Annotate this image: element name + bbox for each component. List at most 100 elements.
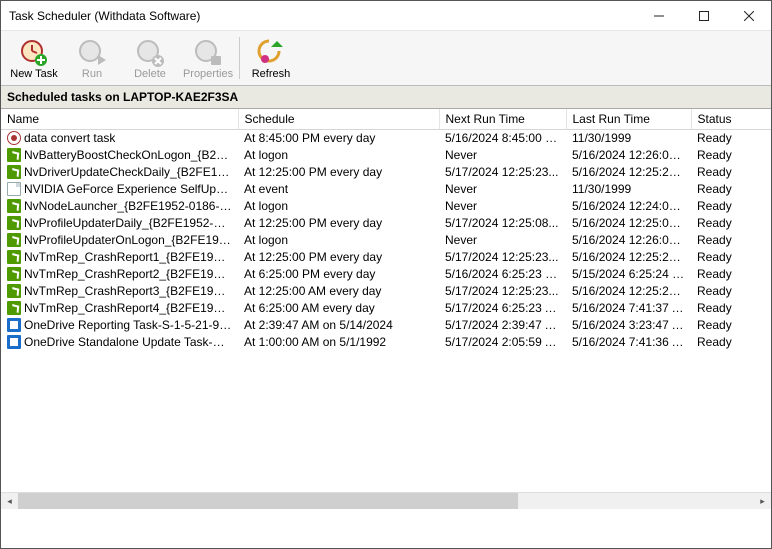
col-status[interactable]: Status (691, 109, 771, 130)
window-title: Task Scheduler (Withdata Software) (9, 9, 636, 23)
task-next: 5/17/2024 6:25:23 AM (439, 300, 566, 317)
task-icon (7, 284, 21, 298)
task-name: NvDriverUpdateCheckDaily_{B2FE1952-0... (24, 165, 232, 179)
task-schedule: At logon (238, 232, 439, 249)
task-schedule: At logon (238, 147, 439, 164)
task-schedule: At 6:25:00 AM every day (238, 300, 439, 317)
task-last: 5/15/2024 6:25:24 PM (566, 266, 691, 283)
toolbar-separator (239, 37, 240, 79)
toolbar: New Task Run Delete Properties Refresh (1, 31, 771, 86)
task-name: NvTmRep_CrashReport1_{B2FE1952-018... (24, 250, 232, 264)
table-row[interactable]: OneDrive Standalone Update Task-S-1-5-..… (1, 334, 771, 351)
task-schedule: At 8:45:00 PM every day (238, 130, 439, 147)
table-header-row: Name Schedule Next Run Time Last Run Tim… (1, 109, 771, 130)
task-icon (7, 318, 21, 332)
new-task-button[interactable]: New Task (5, 33, 63, 83)
task-icon (7, 148, 21, 162)
task-next: 5/17/2024 12:25:23... (439, 249, 566, 266)
task-icon (7, 165, 21, 179)
table-row[interactable]: NvTmRep_CrashReport3_{B2FE1952-018... At … (1, 283, 771, 300)
task-next: 5/16/2024 6:25:23 PM (439, 266, 566, 283)
run-label: Run (82, 68, 102, 80)
task-next: 5/17/2024 2:39:47 AM (439, 317, 566, 334)
titlebar[interactable]: Task Scheduler (Withdata Software) (1, 1, 771, 31)
task-status: Ready (691, 300, 771, 317)
task-status: Ready (691, 334, 771, 351)
task-last: 5/16/2024 12:25:09... (566, 215, 691, 232)
table-row[interactable]: OneDrive Reporting Task-S-1-5-21-91240..… (1, 317, 771, 334)
new-task-label: New Task (10, 68, 57, 80)
table-row[interactable]: data convert task At 8:45:00 PM every day… (1, 130, 771, 147)
task-name: NVIDIA GeForce Experience SelfUpdate_{..… (24, 182, 232, 196)
col-last[interactable]: Last Run Time (566, 109, 691, 130)
task-next: Never (439, 147, 566, 164)
task-next: Never (439, 232, 566, 249)
task-last: 5/16/2024 7:41:36 AM (566, 334, 691, 351)
task-status: Ready (691, 249, 771, 266)
refresh-button[interactable]: Refresh (242, 33, 300, 83)
task-next: 5/17/2024 2:05:59 AM (439, 334, 566, 351)
col-next[interactable]: Next Run Time (439, 109, 566, 130)
task-icon (7, 216, 21, 230)
col-schedule[interactable]: Schedule (238, 109, 439, 130)
task-next: 5/17/2024 12:25:08... (439, 215, 566, 232)
close-button[interactable] (726, 1, 771, 30)
task-name: NvTmRep_CrashReport3_{B2FE1952-018... (24, 284, 232, 298)
task-status: Ready (691, 283, 771, 300)
delete-label: Delete (134, 68, 166, 80)
minimize-button[interactable] (636, 1, 681, 30)
task-status: Ready (691, 215, 771, 232)
play-icon (78, 39, 106, 67)
task-last: 5/16/2024 12:26:00... (566, 232, 691, 249)
task-name: OneDrive Standalone Update Task-S-1-5-..… (24, 335, 232, 349)
refresh-label: Refresh (252, 68, 291, 80)
scroll-track[interactable] (18, 493, 754, 509)
task-last: 5/16/2024 3:23:47 AM (566, 317, 691, 334)
task-name: NvTmRep_CrashReport2_{B2FE1952-018... (24, 267, 232, 281)
task-schedule: At 12:25:00 AM every day (238, 283, 439, 300)
table-row[interactable]: NvProfileUpdaterDaily_{B2FE1952-0186-4..… (1, 215, 771, 232)
task-last: 5/16/2024 12:25:24... (566, 249, 691, 266)
task-status: Ready (691, 266, 771, 283)
table-row[interactable]: NvNodeLauncher_{B2FE1952-0186-46C3-...At… (1, 198, 771, 215)
properties-button: Properties (179, 33, 237, 83)
task-table-wrap: Name Schedule Next Run Time Last Run Tim… (1, 109, 771, 509)
task-table[interactable]: Name Schedule Next Run Time Last Run Tim… (1, 109, 771, 351)
task-name: data convert task (24, 131, 115, 145)
table-row[interactable]: NvTmRep_CrashReport4_{B2FE1952-018...At … (1, 300, 771, 317)
task-last: 5/16/2024 12:26:00... (566, 147, 691, 164)
table-row[interactable]: NvProfileUpdaterOnLogon_{B2FE1952-01...A… (1, 232, 771, 249)
scroll-right-button[interactable]: ▸ (754, 493, 771, 509)
maximize-button[interactable] (681, 1, 726, 30)
task-next: Never (439, 198, 566, 215)
delete-icon (136, 39, 164, 67)
task-name: NvProfileUpdaterDaily_{B2FE1952-0186-4..… (24, 216, 232, 230)
task-icon (7, 250, 21, 264)
scroll-left-button[interactable]: ◂ (1, 493, 18, 509)
task-schedule: At 12:25:00 PM every day (238, 164, 439, 181)
task-status: Ready (691, 147, 771, 164)
task-icon (7, 301, 21, 315)
task-last: 11/30/1999 (566, 181, 691, 198)
task-schedule: At event (238, 181, 439, 198)
table-row[interactable]: NvDriverUpdateCheckDaily_{B2FE1952-0... A… (1, 164, 771, 181)
task-status: Ready (691, 164, 771, 181)
table-row[interactable]: NVIDIA GeForce Experience SelfUpdate_{..… (1, 181, 771, 198)
task-schedule: At 12:25:00 PM every day (238, 249, 439, 266)
horizontal-scrollbar[interactable]: ◂ ▸ (1, 492, 771, 509)
table-row[interactable]: NvTmRep_CrashReport1_{B2FE1952-018... At … (1, 249, 771, 266)
scroll-thumb[interactable] (18, 493, 518, 509)
table-row[interactable]: NvBatteryBoostCheckOnLogon_{B2FE195...At… (1, 147, 771, 164)
task-last: 5/16/2024 12:24:00... (566, 198, 691, 215)
clock-plus-icon (20, 39, 48, 67)
table-row[interactable]: NvTmRep_CrashReport2_{B2FE1952-018...At … (1, 266, 771, 283)
task-icon (7, 182, 21, 196)
task-status: Ready (691, 181, 771, 198)
properties-label: Properties (183, 68, 233, 80)
task-schedule: At 1:00:00 AM on 5/1/1992 (238, 334, 439, 351)
task-last: 5/16/2024 12:25:24... (566, 164, 691, 181)
task-icon (7, 335, 21, 349)
properties-icon (194, 39, 222, 67)
task-next: Never (439, 181, 566, 198)
col-name[interactable]: Name (1, 109, 238, 130)
